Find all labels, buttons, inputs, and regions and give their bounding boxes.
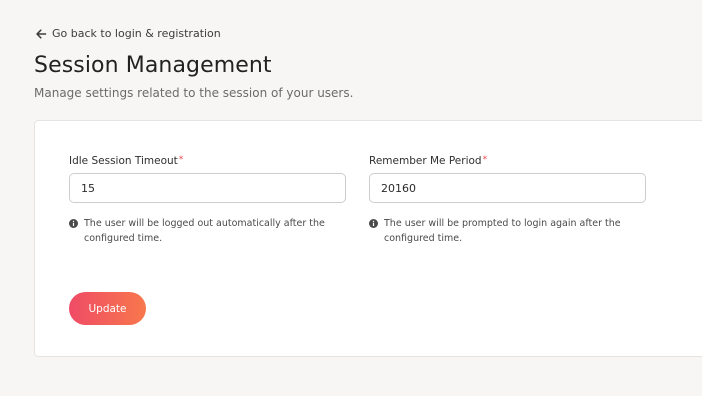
back-to-login-link[interactable]: Go back to login & registration <box>35 27 221 40</box>
page-subtitle: Manage settings related to the session o… <box>34 86 354 100</box>
info-icon <box>369 219 378 228</box>
idle-timeout-input[interactable] <box>69 173 346 203</box>
required-marker: * <box>482 155 488 165</box>
session-settings-card: Idle Session Timeout* The user will be l… <box>34 120 702 357</box>
idle-timeout-field: Idle Session Timeout* The user will be l… <box>69 155 347 246</box>
page: Go back to login & registration Session … <box>0 0 702 396</box>
remember-me-field: Remember Me Period* The user will be pro… <box>369 155 647 246</box>
idle-timeout-label-text: Idle Session Timeout <box>69 155 178 167</box>
required-marker: * <box>178 155 184 165</box>
info-icon <box>69 219 78 228</box>
remember-me-hint-text: The user will be prompted to login again… <box>384 218 621 244</box>
remember-me-label: Remember Me Period* <box>369 155 647 167</box>
remember-me-input[interactable] <box>369 173 646 203</box>
remember-me-hint: The user will be prompted to login again… <box>369 216 647 246</box>
page-title: Session Management <box>34 53 272 78</box>
update-button[interactable]: Update <box>69 292 146 325</box>
idle-timeout-hint: The user will be logged out automaticall… <box>69 216 347 246</box>
back-link-label: Go back to login & registration <box>52 27 221 40</box>
idle-timeout-hint-text: The user will be logged out automaticall… <box>84 218 325 244</box>
idle-timeout-label: Idle Session Timeout* <box>69 155 347 167</box>
arrow-left-icon <box>36 28 47 39</box>
remember-me-label-text: Remember Me Period <box>369 155 482 167</box>
